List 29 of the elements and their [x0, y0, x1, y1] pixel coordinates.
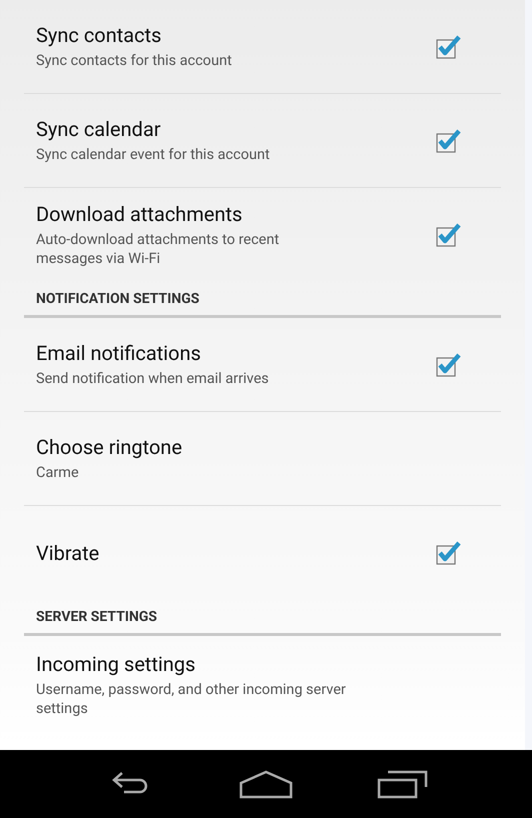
- item-title: Download attachments: [36, 202, 244, 226]
- item-title: Email notifications: [36, 341, 202, 365]
- item-title: Sync calendar: [36, 117, 162, 141]
- checkbox[interactable]: [435, 34, 461, 60]
- settings-item[interactable]: Sync calendar Sync calendar event for this account: [24, 94, 501, 188]
- section-header: NOTIFICATION SETTINGS: [24, 281, 501, 318]
- item-summary: Auto-download attachments to recent messages via Wi-Fi: [36, 230, 280, 268]
- item-summary: Sync contacts for this account: [36, 51, 233, 70]
- settings-item[interactable]: Download attachments Auto-download attachments to recent messages via Wi-Fi: [24, 188, 501, 281]
- item-summary: Send notification when email arrives: [36, 369, 270, 388]
- item-summary: Username, password, and other incoming server settings: [36, 680, 346, 718]
- settings-item[interactable]: Choose ringtone Carme: [24, 412, 501, 506]
- item-title: Choose ringtone: [36, 435, 184, 459]
- settings-item[interactable]: Email notifications Send notification when email arrives: [24, 318, 501, 412]
- settings-item[interactable]: Sync contacts Sync contacts for this account: [24, 0, 501, 94]
- checkbox[interactable]: [435, 128, 461, 154]
- settings-item[interactable]: Incoming settings Username, password, and other incoming server settings: [24, 636, 501, 730]
- item-summary: Sync calendar event for this account: [36, 145, 271, 164]
- home-icon[interactable]: [238, 769, 293, 799]
- item-title: Incoming settings: [36, 652, 196, 676]
- checkbox[interactable]: [435, 540, 461, 566]
- settings-item[interactable]: Vibrate: [24, 506, 501, 599]
- checkbox[interactable]: [435, 222, 461, 248]
- recent-apps-icon[interactable]: [376, 769, 430, 799]
- item-title: Vibrate: [36, 540, 100, 564]
- section-header: SERVER SETTINGS: [24, 599, 501, 636]
- item-summary: Carme: [36, 463, 80, 482]
- checkbox[interactable]: [435, 352, 461, 378]
- item-title: Sync contacts: [36, 23, 162, 47]
